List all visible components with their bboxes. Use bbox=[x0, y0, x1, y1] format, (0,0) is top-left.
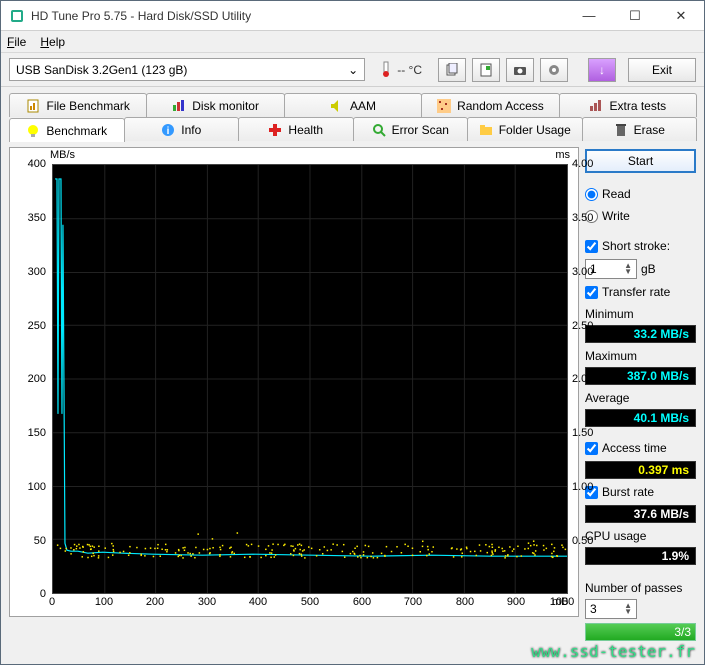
tab-file-benchmark[interactable]: File Benchmark bbox=[9, 93, 147, 117]
tab-extra-tests[interactable]: Extra tests bbox=[559, 93, 697, 117]
max-label: Maximum bbox=[585, 349, 696, 363]
read-radio[interactable]: Read bbox=[585, 185, 696, 203]
y-left-label: MB/s bbox=[50, 149, 75, 161]
plot-area bbox=[52, 164, 568, 594]
temperature: -- °C bbox=[379, 61, 422, 79]
tab-row-top: File Benchmark Disk monitor AAM Random A… bbox=[9, 93, 696, 117]
magnify-icon bbox=[372, 123, 386, 137]
speaker-icon bbox=[330, 99, 344, 113]
maximize-button[interactable]: ☐ bbox=[612, 1, 658, 31]
access-value: 0.397 ms bbox=[585, 461, 696, 479]
trash-icon bbox=[614, 123, 628, 137]
transfer-rate-check[interactable]: Transfer rate bbox=[585, 283, 696, 301]
screenshot-button[interactable] bbox=[506, 58, 534, 82]
info-icon: i bbox=[161, 123, 175, 137]
download-icon: ↓ bbox=[599, 63, 605, 77]
svg-text:i: i bbox=[167, 126, 170, 137]
short-stroke-unit: gB bbox=[641, 262, 656, 276]
copy-info-button[interactable] bbox=[438, 58, 466, 82]
drive-select[interactable]: USB SanDisk 3.2Gen1 (123 gB) ⌄ bbox=[9, 58, 365, 81]
close-button[interactable]: ✕ bbox=[658, 1, 704, 31]
avg-value: 40.1 MB/s bbox=[585, 409, 696, 427]
tab-row-bottom: Benchmark iInfo Health Error Scan Folder… bbox=[9, 117, 696, 141]
monitor-icon bbox=[172, 99, 186, 113]
drive-select-value: USB SanDisk 3.2Gen1 (123 gB) bbox=[16, 63, 187, 77]
page-icon bbox=[479, 63, 493, 77]
toolbar: USB SanDisk 3.2Gen1 (123 gB) ⌄ -- °C ↓ E… bbox=[1, 53, 704, 87]
titlebar: HD Tune Pro 5.75 - Hard Disk/SSD Utility… bbox=[1, 1, 704, 31]
menubar: File Help bbox=[1, 31, 704, 53]
save-button[interactable]: ↓ bbox=[588, 58, 616, 82]
random-icon bbox=[437, 99, 451, 113]
tab-info[interactable]: iInfo bbox=[124, 117, 240, 141]
tab-disk-monitor[interactable]: Disk monitor bbox=[146, 93, 284, 117]
tab-error-scan[interactable]: Error Scan bbox=[353, 117, 469, 141]
avg-label: Average bbox=[585, 391, 696, 405]
passes-label: Number of passes bbox=[585, 581, 696, 595]
min-label: Minimum bbox=[585, 307, 696, 321]
tab-folder-usage[interactable]: Folder Usage bbox=[467, 117, 583, 141]
short-stroke-check[interactable]: Short stroke: bbox=[585, 237, 696, 255]
gear-icon bbox=[547, 63, 561, 77]
tab-health[interactable]: Health bbox=[238, 117, 354, 141]
tab-erase[interactable]: Erase bbox=[582, 117, 698, 141]
passes-spin[interactable]: 3▲▼ bbox=[585, 599, 637, 619]
window-title: HD Tune Pro 5.75 - Hard Disk/SSD Utility bbox=[31, 9, 566, 23]
menu-file[interactable]: File bbox=[7, 35, 26, 49]
tab-random-access[interactable]: Random Access bbox=[421, 93, 559, 117]
benchmark-chart: MB/s ms 400 350 300 250 200 150 100 50 0… bbox=[9, 147, 579, 617]
y-right-label: ms bbox=[555, 149, 570, 161]
camera-icon bbox=[513, 63, 527, 77]
folder-icon bbox=[479, 123, 493, 137]
bulb-icon bbox=[26, 124, 40, 138]
cpu-value: 1.9% bbox=[585, 547, 696, 565]
x-unit: mB bbox=[552, 596, 569, 608]
file-bench-icon bbox=[27, 99, 41, 113]
tab-aam[interactable]: AAM bbox=[284, 93, 422, 117]
chevron-down-icon: ⌄ bbox=[348, 63, 358, 77]
tab-benchmark[interactable]: Benchmark bbox=[9, 118, 125, 142]
temp-value: -- °C bbox=[397, 63, 422, 77]
copy-icon bbox=[445, 63, 459, 77]
spin-arrows-icon: ▲▼ bbox=[624, 263, 632, 275]
spin-arrows-icon: ▲▼ bbox=[624, 603, 632, 615]
burst-value: 37.6 MB/s bbox=[585, 505, 696, 523]
access-time-check[interactable]: Access time bbox=[585, 439, 696, 457]
options-button[interactable] bbox=[540, 58, 568, 82]
thermometer-icon bbox=[379, 61, 393, 79]
minimize-button[interactable]: — bbox=[566, 1, 612, 31]
exit-button[interactable]: Exit bbox=[628, 58, 696, 82]
health-icon bbox=[268, 123, 282, 137]
app-icon bbox=[9, 8, 25, 24]
menu-help[interactable]: Help bbox=[40, 35, 65, 49]
passes-progress: 3/3 bbox=[585, 623, 696, 641]
copy-shot-button[interactable] bbox=[472, 58, 500, 82]
extra-icon bbox=[589, 99, 603, 113]
